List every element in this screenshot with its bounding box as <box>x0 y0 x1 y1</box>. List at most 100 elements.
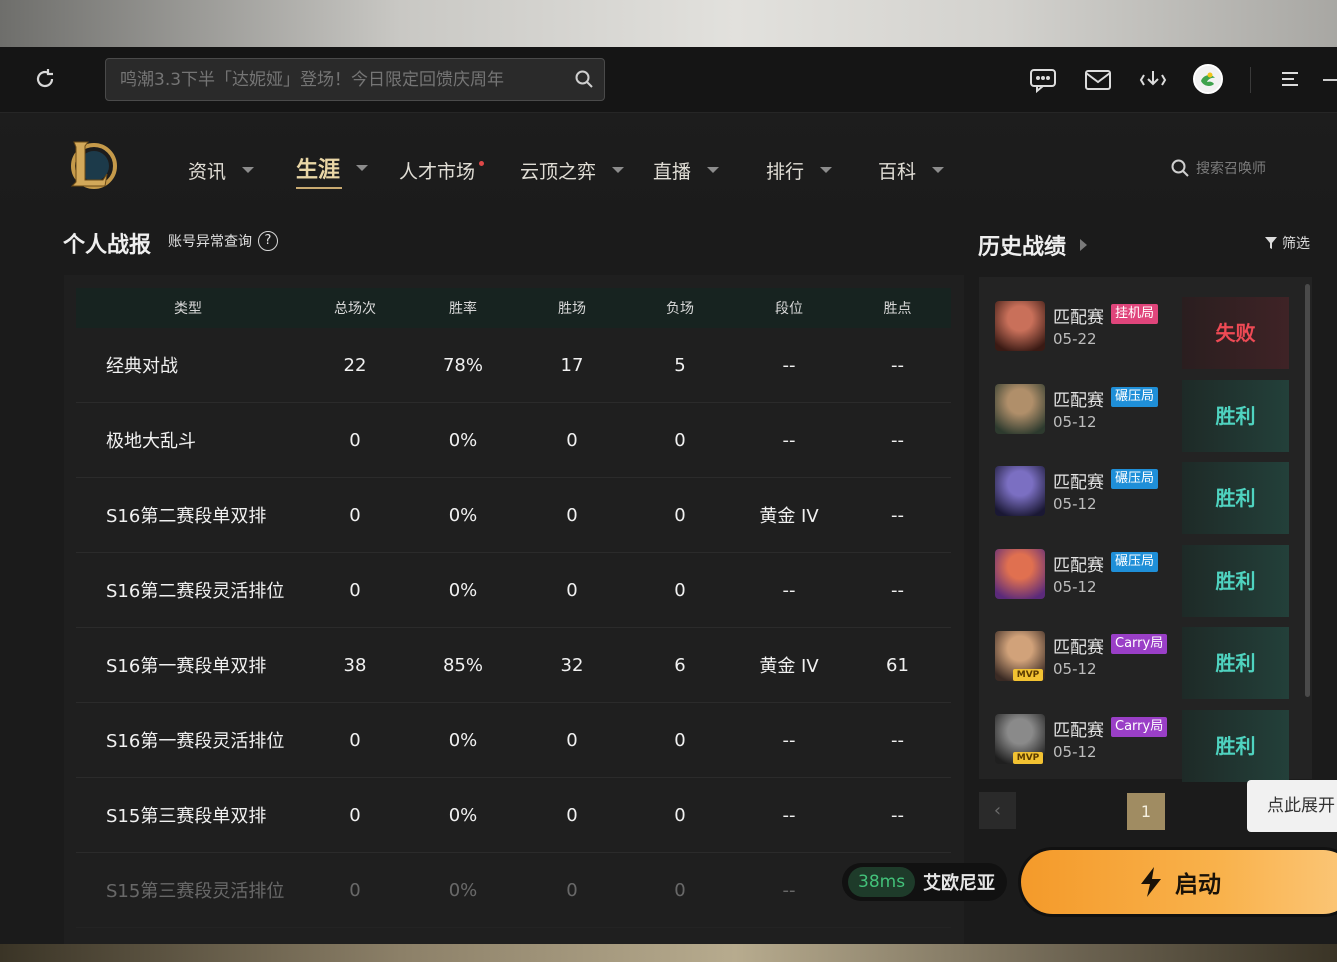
match-date: 05-12 <box>1053 577 1097 596</box>
match-mode: 匹配赛 <box>1053 473 1104 494</box>
table-cell: 0 <box>566 504 578 526</box>
table-cell: 0 <box>349 729 361 751</box>
table-cell: 极地大乱斗 <box>106 431 196 452</box>
nav-item-ranking[interactable]: 排行 <box>766 155 833 185</box>
history-title[interactable]: 历史战绩 <box>978 229 1088 261</box>
table-row[interactable]: 极地大乱斗 0 0% 0 0 -- -- <box>76 403 951 478</box>
search-input[interactable] <box>120 59 560 100</box>
server-status[interactable]: 38ms 艾欧尼亚 <box>842 863 1007 901</box>
filter-icon <box>1265 237 1277 249</box>
table-cell: -- <box>891 354 904 376</box>
header-cell: 段位 <box>775 301 803 317</box>
match-item[interactable]: 匹配赛 挂机局 05-22 失败 <box>995 297 1289 369</box>
server-name: 艾欧尼亚 <box>923 873 996 894</box>
match-item[interactable]: 匹配赛 碾压局 05-12 胜利 <box>995 544 1289 617</box>
table-cell: -- <box>891 504 904 526</box>
table-header: 类型 总场次 胜率 胜场 负场 段位 胜点 <box>76 288 951 328</box>
scrollbar[interactable] <box>1305 284 1310 697</box>
table-row[interactable]: S16第一赛段灵活排位 0 0% 0 0 -- -- <box>76 703 951 778</box>
champion-portrait <box>995 548 1045 599</box>
match-date: 05-12 <box>1053 495 1097 514</box>
search-bar[interactable] <box>105 58 605 101</box>
divider <box>1250 67 1251 93</box>
champion-portrait <box>995 466 1045 517</box>
table-cell: 85% <box>442 654 483 676</box>
match-date: 05-12 <box>1053 412 1097 431</box>
nav-item-tft[interactable]: 云顶之弈 <box>520 155 625 185</box>
header-cell: 总场次 <box>334 301 376 317</box>
question-icon[interactable]: ? <box>258 231 278 251</box>
table-cell: 22 <box>343 354 367 376</box>
match-mode: 匹配赛 <box>1053 721 1104 741</box>
table-cell: 0 <box>674 729 686 751</box>
table-cell: 78% <box>442 354 483 376</box>
table-cell: 0 <box>674 429 686 451</box>
table-cell: S16第一赛段单双排 <box>106 656 267 677</box>
table-cell: 0 <box>674 879 686 901</box>
match-result: 胜利 <box>1182 627 1289 700</box>
table-row[interactable]: S16第二赛段单双排 0 0% 0 0 黄金 IV -- <box>76 478 951 553</box>
menu-icon[interactable] <box>1280 69 1300 89</box>
match-mode: 匹配赛 <box>1053 390 1104 411</box>
download-icon[interactable] <box>1139 67 1167 93</box>
expand-tooltip[interactable]: 点此展开 <box>1247 780 1337 832</box>
table-cell: S16第二赛段灵活排位 <box>106 581 285 602</box>
match-item[interactable]: MVP 匹配赛 Carry局 05-12 胜利 <box>995 710 1289 782</box>
champion-portrait <box>995 301 1045 351</box>
launch-button[interactable]: 启动 <box>1018 847 1337 917</box>
match-tag: 碾压局 <box>1111 469 1159 490</box>
table-row[interactable]: S15第三赛段灵活排位00%00---- <box>76 853 951 928</box>
header-cell: 胜场 <box>558 301 586 317</box>
avatar[interactable] <box>1193 64 1223 94</box>
table-row[interactable]: S16第一赛段单双排 38 85% 32 6 黄金 IV 61 <box>76 628 951 703</box>
chevron-down-icon <box>356 165 369 171</box>
notification-dot <box>479 160 485 166</box>
table-cell: 0 <box>566 579 578 601</box>
table-cell: 6 <box>674 654 686 676</box>
refresh-icon[interactable] <box>33 67 57 91</box>
mail-icon[interactable] <box>1084 67 1112 93</box>
nav-item-talent-market[interactable]: 人才市场 <box>399 155 485 185</box>
table-row[interactable]: S16第二赛段灵活排位 0 0% 0 0 -- -- <box>76 553 951 628</box>
table-cell: -- <box>891 804 904 826</box>
pager-page-button[interactable]: 1 <box>1127 793 1165 830</box>
match-item[interactable]: 匹配赛 碾压局 05-12 胜利 <box>995 462 1289 535</box>
chevron-down-icon <box>932 167 945 173</box>
table-cell: 0% <box>448 879 478 901</box>
table-cell: 0 <box>566 729 578 751</box>
table-row[interactable]: S15第三赛段单双排 0 0% 0 0 -- -- <box>76 778 951 853</box>
filter-button[interactable]: 筛选 <box>1264 233 1310 253</box>
stats-table: 类型 总场次 胜率 胜场 负场 段位 胜点 经典对战 22 78% 17 5 -- -- 极地… <box>64 275 964 944</box>
top-bar <box>0 47 1337 113</box>
chevron-down-icon <box>707 167 720 173</box>
summoner-search[interactable]: 搜索召唤师 <box>1170 155 1280 181</box>
lol-logo-icon[interactable] <box>66 138 118 192</box>
chat-icon[interactable] <box>1029 67 1057 94</box>
table-cell: 黄金 IV <box>759 506 819 527</box>
header-cell: 类型 <box>174 301 202 317</box>
match-item[interactable]: MVP 匹配赛 Carry局 05-12 胜利 <box>995 627 1289 700</box>
search-icon[interactable] <box>574 69 594 89</box>
pager-prev-button[interactable]: ‹ <box>979 792 1016 829</box>
match-item[interactable]: 匹配赛 碾压局 05-12 胜利 <box>995 379 1289 452</box>
table-cell: -- <box>891 579 904 601</box>
table-row[interactable]: 经典对战 22 78% 17 5 -- -- <box>76 328 951 403</box>
ping-badge: 38ms <box>848 867 916 897</box>
account-check-link[interactable]: 账号异常查询 ? <box>168 231 278 251</box>
match-tag: 碾压局 <box>1111 551 1159 572</box>
match-date: 05-12 <box>1053 660 1097 679</box>
table-cell: -- <box>782 354 796 376</box>
minimize-icon[interactable] <box>1323 79 1337 81</box>
match-mode: 匹配赛 <box>1053 638 1104 659</box>
history-panel: 匹配赛 挂机局 05-22 失败 匹配赛 碾压局 05-12 胜利 匹配赛 碾压局 05-12 胜利匹… <box>979 277 1312 782</box>
nav-item-news[interactable]: 资讯 <box>188 155 255 185</box>
nav-label: 直播 <box>653 160 692 183</box>
nav-item-career[interactable]: 生涯 <box>296 153 369 189</box>
table-cell: 0% <box>448 429 478 451</box>
table-cell: 黄金 IV <box>759 656 819 677</box>
mvp-badge: MVP <box>1013 752 1043 764</box>
table-cell: 38 <box>343 654 367 676</box>
header-cell: 胜点 <box>883 301 912 317</box>
nav-item-wiki[interactable]: 百科 <box>878 155 945 185</box>
nav-item-live[interactable]: 直播 <box>653 155 720 185</box>
